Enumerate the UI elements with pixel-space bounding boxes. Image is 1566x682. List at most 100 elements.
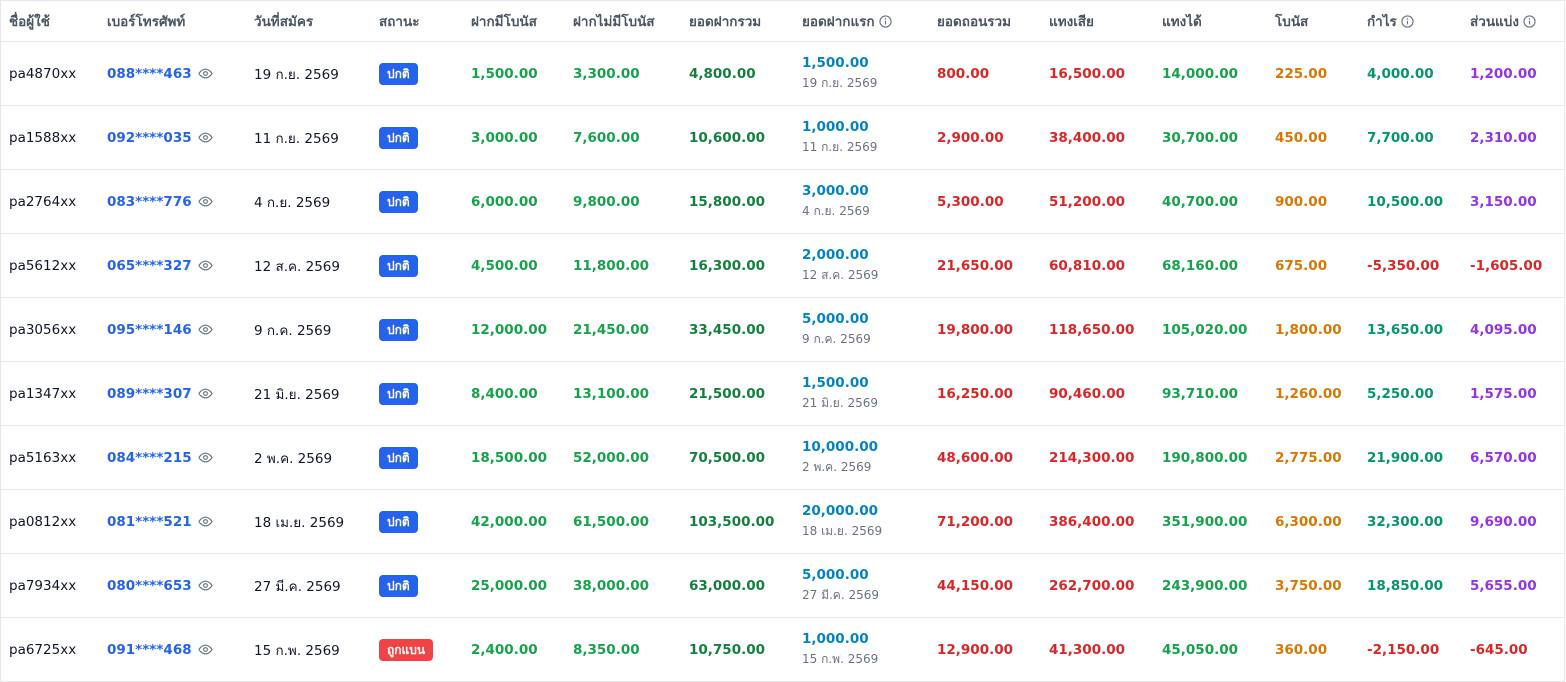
cell-first-deposit: 5,000.00 27 มี.ค. 2569	[794, 553, 929, 618]
deposit-no-bonus: 13,100.00	[573, 385, 650, 402]
cell-withdraw-total: 48,600.00	[929, 425, 1041, 490]
phone-wrap: 095****146	[107, 322, 213, 338]
lose-amount: 118,650.00	[1049, 321, 1135, 338]
cell-share: 2,310.00	[1462, 105, 1564, 170]
cell-register-date: 4 ก.ย. 2569	[246, 169, 371, 234]
cell-phone: 083****776	[99, 169, 246, 234]
cell-win: 40,700.00	[1154, 169, 1267, 234]
profit-amount: 21,900.00	[1367, 449, 1444, 466]
cell-withdraw-total: 5,300.00	[929, 169, 1041, 234]
deposit-total: 103,500.00	[689, 513, 775, 530]
eye-icon[interactable]	[197, 386, 213, 401]
first-deposit-date: 4 ก.ย. 2569	[802, 203, 870, 218]
deposit-bonus: 8,400.00	[471, 385, 538, 402]
username: pa4870xx	[9, 65, 77, 82]
cell-deposit-no-bonus: 8,350.00	[565, 617, 681, 682]
eye-icon[interactable]	[197, 514, 213, 529]
cell-deposit-bonus: 12,000.00	[463, 297, 565, 362]
deposit-bonus: 6,000.00	[471, 193, 538, 210]
eye-icon[interactable]	[197, 578, 213, 593]
deposit-total: 21,500.00	[689, 385, 766, 402]
cell-withdraw-total: 71,200.00	[929, 489, 1041, 554]
info-icon[interactable]	[1523, 15, 1536, 32]
phone-number[interactable]: 083****776	[107, 194, 192, 210]
phone-number[interactable]: 095****146	[107, 322, 192, 338]
deposit-total: 63,000.00	[689, 577, 766, 594]
cell-status: ปกติ	[371, 41, 463, 106]
cell-deposit-no-bonus: 7,600.00	[565, 105, 681, 170]
win-amount: 105,020.00	[1162, 321, 1248, 338]
phone-number[interactable]: 089****307	[107, 386, 192, 402]
cell-share: -1,605.00	[1462, 233, 1564, 298]
deposit-bonus: 4,500.00	[471, 257, 538, 274]
cell-status: ปกติ	[371, 361, 463, 426]
cell-win: 68,160.00	[1154, 233, 1267, 298]
eye-icon[interactable]	[197, 66, 213, 81]
phone-number[interactable]: 065****327	[107, 258, 192, 274]
first-deposit-amount: 1,500.00	[802, 54, 869, 71]
col-header-deposit-total: ยอดฝากรวม	[681, 1, 794, 42]
profit-amount: -5,350.00	[1367, 257, 1440, 274]
register-date: 18 เม.ย. 2569	[254, 514, 345, 531]
register-date: 4 ก.ย. 2569	[254, 194, 331, 211]
withdraw-total: 48,600.00	[937, 449, 1014, 466]
cell-bonus: 2,775.00	[1267, 425, 1359, 490]
eye-icon[interactable]	[197, 322, 213, 337]
register-date: 21 มิ.ย. 2569	[254, 386, 340, 403]
first-deposit-date: 2 พ.ค. 2569	[802, 459, 872, 474]
eye-icon[interactable]	[197, 642, 213, 657]
phone-number[interactable]: 080****653	[107, 578, 192, 594]
username: pa3056xx	[9, 321, 77, 338]
deposit-no-bonus: 8,350.00	[573, 641, 640, 658]
phone-number[interactable]: 081****521	[107, 514, 192, 530]
cell-phone: 089****307	[99, 361, 246, 426]
phone-number[interactable]: 084****215	[107, 450, 192, 466]
first-deposit-amount: 1,000.00	[802, 630, 869, 647]
deposit-bonus: 25,000.00	[471, 577, 548, 594]
phone-number[interactable]: 088****463	[107, 66, 192, 82]
cell-deposit-total: 10,600.00	[681, 105, 794, 170]
cell-register-date: 19 ก.ย. 2569	[246, 41, 371, 106]
phone-number[interactable]: 091****468	[107, 642, 192, 658]
profit-amount: 32,300.00	[1367, 513, 1444, 530]
win-amount: 351,900.00	[1162, 513, 1248, 530]
bonus-amount: 675.00	[1275, 257, 1328, 274]
deposit-bonus: 1,500.00	[471, 65, 538, 82]
win-amount: 45,050.00	[1162, 641, 1239, 658]
cell-profit: 7,700.00	[1359, 105, 1462, 170]
eye-icon[interactable]	[197, 194, 213, 209]
first-deposit-date: 11 ก.ย. 2569	[802, 139, 878, 154]
col-header-register-date: วันที่สมัคร	[246, 1, 371, 42]
cell-lose: 41,300.00	[1041, 617, 1154, 682]
info-icon[interactable]	[1401, 15, 1414, 32]
table-row: pa6725xx 091****468 15 ก.พ. 2569 ถูกแบน …	[1, 617, 1564, 682]
status-badge: ปกติ	[379, 318, 418, 341]
cell-profit: 21,900.00	[1359, 425, 1462, 490]
eye-icon[interactable]	[197, 450, 213, 465]
status-badge: ปกติ	[379, 382, 418, 405]
cell-first-deposit: 2,000.00 12 ส.ค. 2569	[794, 233, 929, 298]
cell-status: ปกติ	[371, 105, 463, 170]
lose-amount: 214,300.00	[1049, 449, 1135, 466]
first-deposit-amount: 10,000.00	[802, 438, 879, 455]
withdraw-total: 12,900.00	[937, 641, 1014, 658]
phone-number[interactable]: 092****035	[107, 130, 192, 146]
cell-register-date: 9 ก.ค. 2569	[246, 297, 371, 362]
bonus-amount: 360.00	[1275, 641, 1328, 658]
cell-deposit-no-bonus: 3,300.00	[565, 41, 681, 106]
bonus-amount: 900.00	[1275, 193, 1328, 210]
cell-lose: 118,650.00	[1041, 297, 1154, 362]
withdraw-total: 21,650.00	[937, 257, 1014, 274]
info-icon[interactable]	[878, 15, 892, 32]
cell-username: pa7934xx	[1, 553, 99, 618]
deposit-no-bonus: 7,600.00	[573, 129, 640, 146]
cell-register-date: 15 ก.พ. 2569	[246, 617, 371, 682]
cell-bonus: 450.00	[1267, 105, 1359, 170]
deposit-bonus: 18,500.00	[471, 449, 548, 466]
cell-phone: 080****653	[99, 553, 246, 618]
eye-icon[interactable]	[197, 258, 213, 273]
eye-icon[interactable]	[197, 130, 213, 145]
cell-deposit-total: 103,500.00	[681, 489, 794, 554]
win-amount: 30,700.00	[1162, 129, 1239, 146]
cell-profit: -5,350.00	[1359, 233, 1462, 298]
